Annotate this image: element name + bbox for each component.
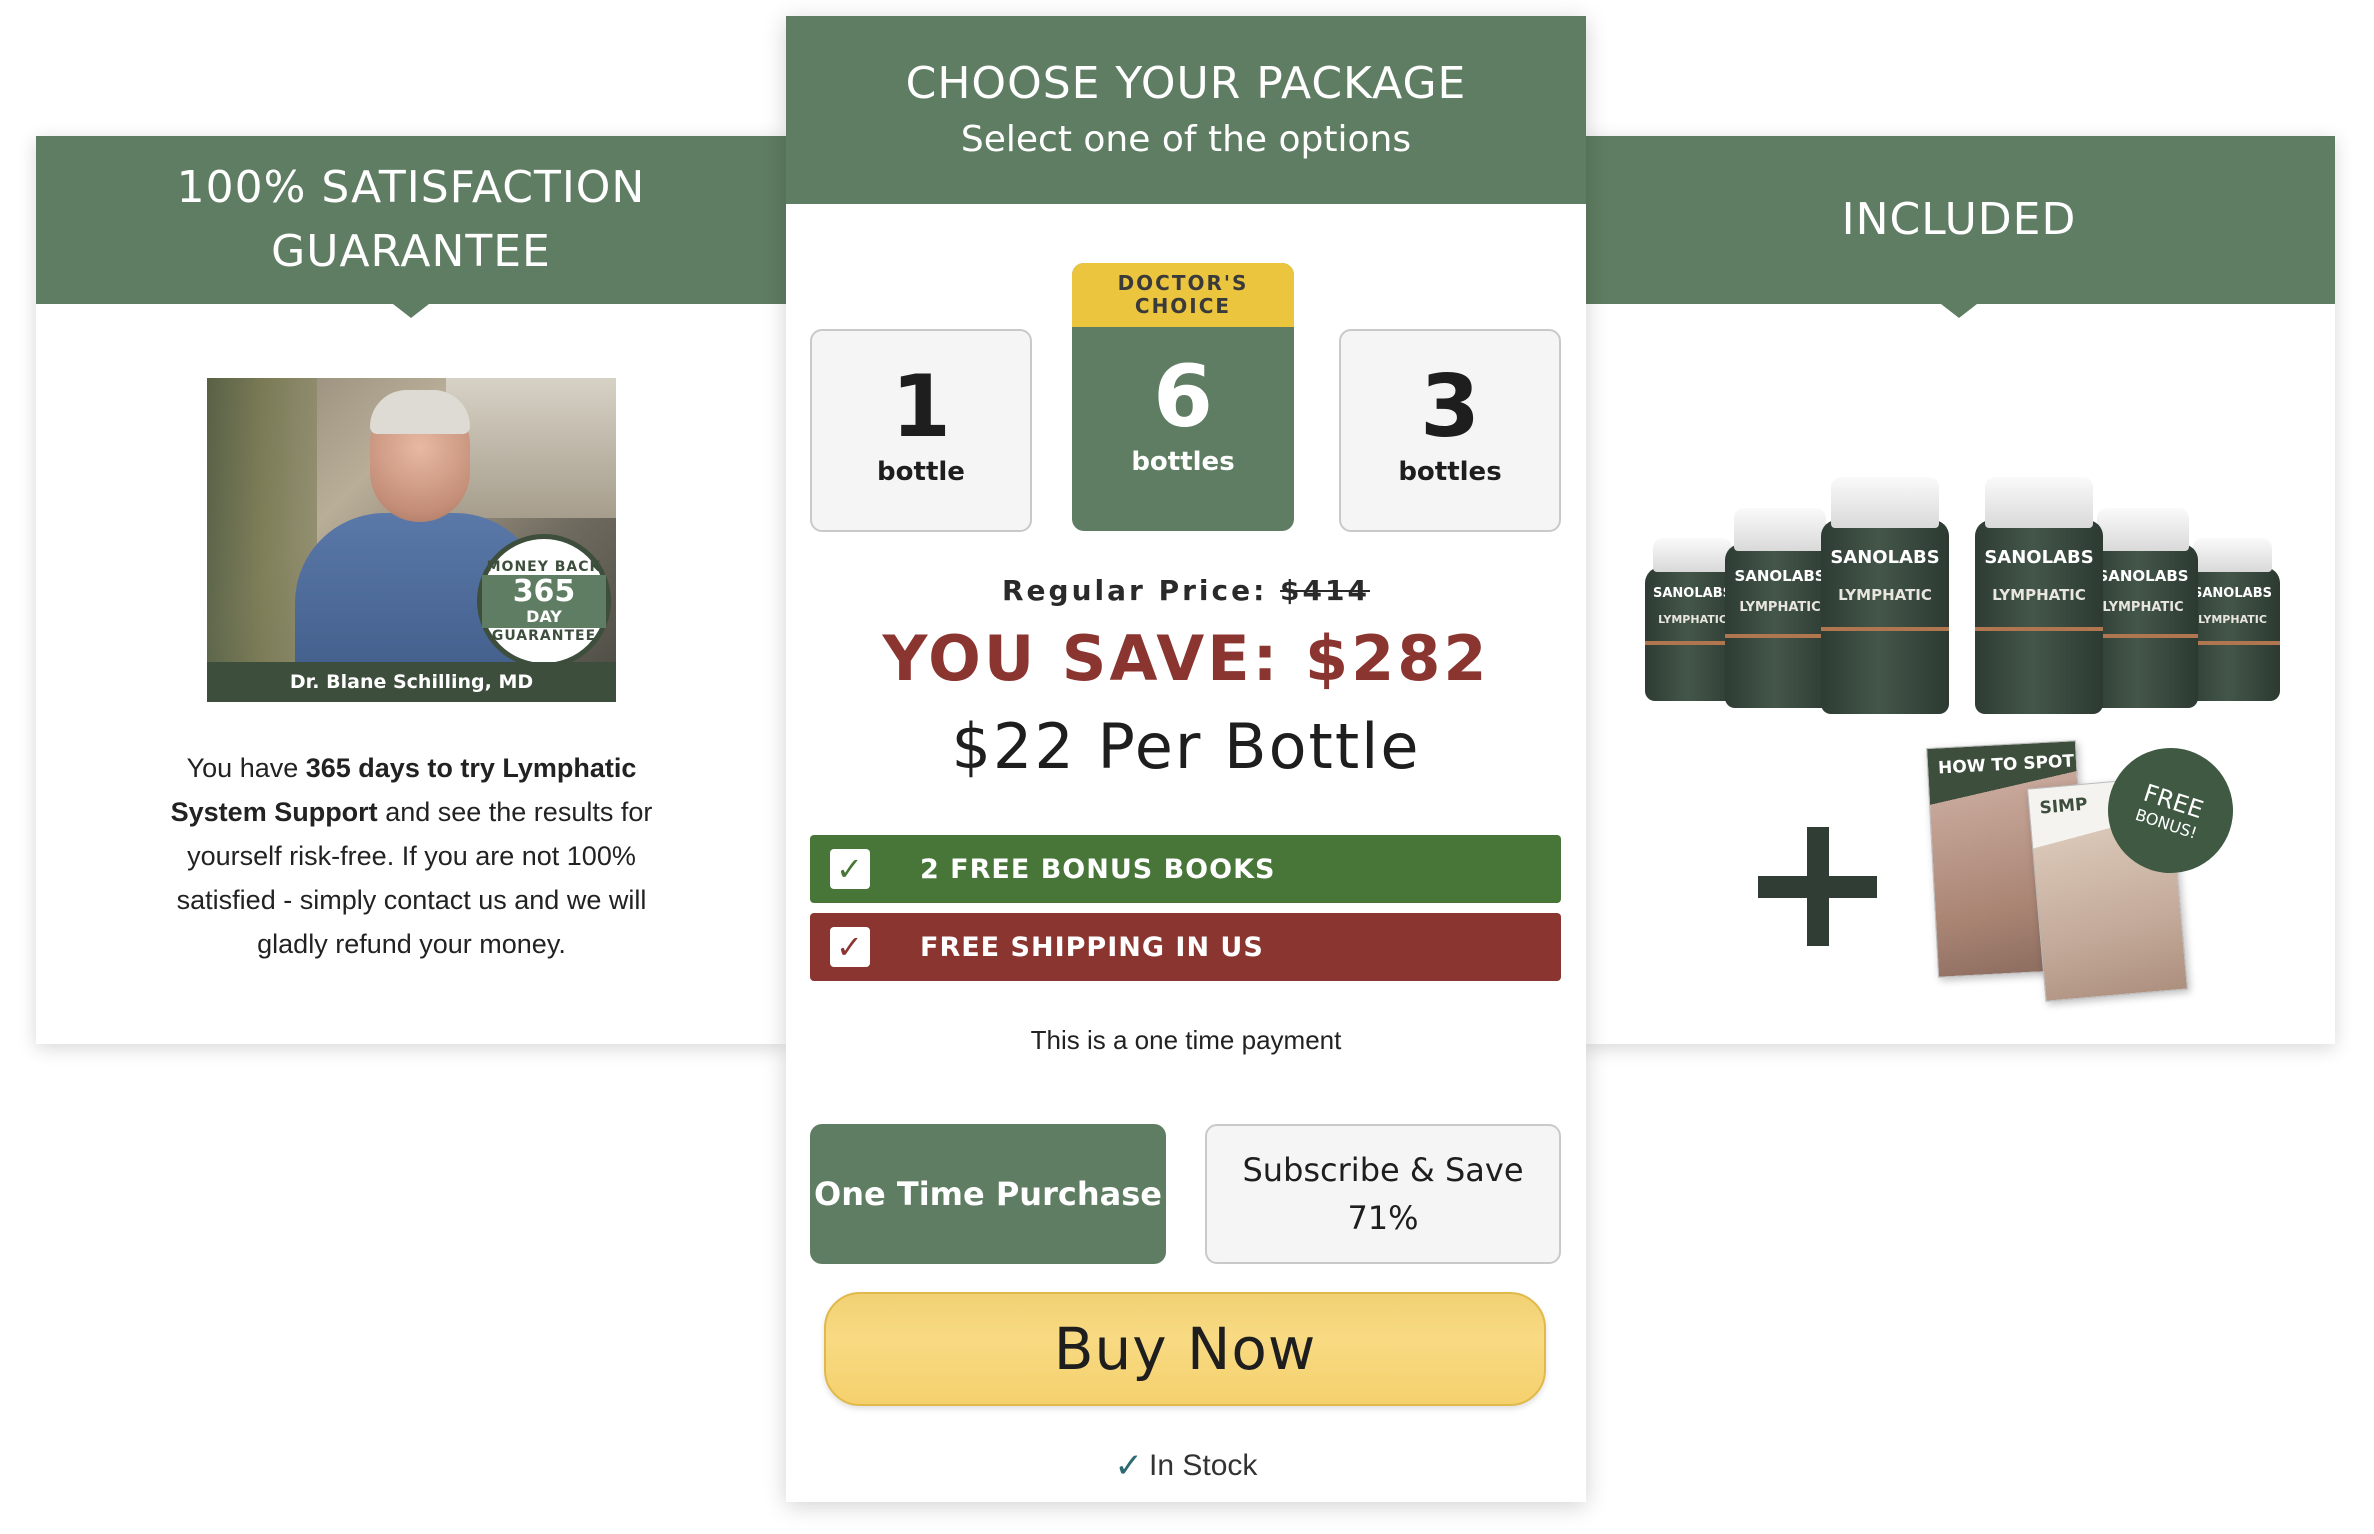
package-subtitle: Select one of the options [960, 119, 1412, 160]
bottle-brand: SANOLABS [1830, 547, 1940, 569]
per-bottle-price: $22 Per Bottle [951, 710, 1421, 783]
perk-label: 2 FREE BONUS BOOKS [920, 853, 1276, 885]
bottle-stripe [2185, 640, 2280, 645]
doctor-photo: MONEY BACK 365 DAY GUARANTEE Dr. Blane S… [207, 378, 616, 702]
bottle-cap [1831, 477, 1939, 528]
wall-decoration [446, 378, 616, 518]
package-title: CHOOSE YOUR PACKAGE [905, 58, 1467, 109]
product-bottle: SANOLABS LYMPHATIC [2088, 507, 2198, 708]
included-title: INCLUDED [1841, 194, 2077, 245]
included-header: INCLUDED [1583, 136, 2335, 318]
seal-number: 365 [512, 573, 576, 609]
seal-bottom-text: GUARANTEE [491, 627, 597, 644]
package-count: 3 [1420, 357, 1480, 457]
you-save-text: YOU SAVE: $282 [882, 622, 1490, 695]
guarantee-card: 100% SATISFACTION GUARANTEE MONEY BACK 3… [36, 136, 786, 1044]
seal-top-text: MONEY BACK [486, 558, 602, 575]
seal-band: 365 DAY [482, 573, 606, 628]
bonus-book-1-title: HOW TO SPOT [1937, 751, 2075, 779]
bottle-product-name: LYMPHATIC [1992, 585, 2086, 604]
doctors-choice-ribbon: DOCTOR'S CHOICE [1072, 263, 1294, 327]
one-time-purchase-label: One Time Purchase [814, 1175, 1162, 1213]
checkmark-icon: ✓ [1114, 1447, 1144, 1485]
regular-price: Regular Price: $414 [786, 574, 1586, 607]
package-option-1-bottle[interactable]: 1 bottle [810, 329, 1032, 532]
guarantee-description: You have 365 days to try Lymphatic Syste… [152, 746, 671, 966]
seal-day: DAY [526, 606, 562, 626]
checkbox-icon: ✓ [830, 849, 870, 889]
payment-note: This is a one time payment [1030, 1025, 1342, 1055]
plus-icon [1758, 827, 1877, 946]
photo-caption: Dr. Blane Schilling, MD [207, 662, 616, 702]
included-card: INCLUDED SANOLABS LYMPHATIC SANOLABS LYMPHA… [1583, 136, 2335, 1044]
package-option-3-bottles[interactable]: 3 bottles [1339, 329, 1561, 532]
bottle-product-name: LYMPHATIC [1739, 599, 1821, 615]
bottle-product-name: LYMPHATIC [2102, 599, 2184, 615]
bottle-stripe [1821, 626, 1949, 631]
bottle-stripe [2088, 634, 2198, 639]
product-bottle: SANOLABS LYMPHATIC [2185, 537, 2280, 701]
regular-price-value: $414 [1280, 574, 1370, 607]
guarantee-title: 100% SATISFACTION GUARANTEE [176, 162, 646, 277]
product-bottle: SANOLABS LYMPHATIC [1725, 507, 1835, 708]
bottle-cap [2192, 537, 2273, 573]
guarantee-header: 100% SATISFACTION GUARANTEE [36, 136, 786, 318]
subscribe-save-label: Subscribe & Save [1242, 1151, 1524, 1189]
free-shipping-perk: ✓ FREE SHIPPING IN US [810, 913, 1561, 981]
checkbox-icon: ✓ [830, 927, 870, 967]
package-unit: bottles [1398, 457, 1502, 487]
bottle-product-name: LYMPHATIC [2198, 612, 2267, 626]
bonus-books-perk: ✓ 2 FREE BONUS BOOKS [810, 835, 1561, 903]
subscribe-save-button[interactable]: Subscribe & Save 71% [1205, 1124, 1561, 1264]
subscribe-save-percent: 71% [1347, 1199, 1419, 1237]
package-unit: bottle [877, 457, 965, 487]
guarantee-text-part-1: You have [186, 753, 306, 783]
bonus-book-2-title: SIMP [2038, 794, 2089, 819]
bottle-brand: SANOLABS [1984, 547, 2094, 569]
package-option-6-bottles[interactable]: DOCTOR'S CHOICE 6 bottles [1072, 263, 1294, 531]
product-bottle: SANOLABS LYMPHATIC [1821, 477, 1949, 714]
package-header: CHOOSE YOUR PACKAGE Select one of the op… [786, 16, 1586, 204]
stock-status: ✓ In Stock [786, 1446, 1586, 1486]
one-time-purchase-button[interactable]: One Time Purchase [810, 1124, 1166, 1264]
bottle-cap [1985, 477, 2093, 528]
bottle-cap [1652, 537, 1733, 573]
product-bottle: SANOLABS LYMPHATIC [1975, 477, 2103, 714]
stock-label: In Stock [1149, 1449, 1258, 1482]
package-count: 1 [891, 357, 951, 457]
buy-now-button[interactable]: Buy Now [824, 1292, 1546, 1406]
bottle-stripe [1975, 626, 2103, 631]
money-back-seal: MONEY BACK 365 DAY GUARANTEE [477, 534, 611, 668]
package-count: 6 [1153, 347, 1213, 447]
bottle-stripe [1725, 634, 1835, 639]
perk-label: FREE SHIPPING IN US [920, 931, 1264, 963]
regular-price-label: Regular Price: [1002, 574, 1281, 607]
bottle-cap [1733, 507, 1827, 551]
bottle-brand: SANOLABS [1734, 566, 1826, 585]
bottle-brand: SANOLABS [2193, 585, 2272, 601]
bottle-brand: SANOLABS [2097, 566, 2189, 585]
package-unit: bottles [1131, 447, 1235, 477]
bottle-product-name: LYMPHATIC [1838, 585, 1932, 604]
doctor-hair [370, 390, 470, 434]
bottle-cap [2096, 507, 2190, 551]
package-card: CHOOSE YOUR PACKAGE Select one of the op… [786, 16, 1586, 1502]
